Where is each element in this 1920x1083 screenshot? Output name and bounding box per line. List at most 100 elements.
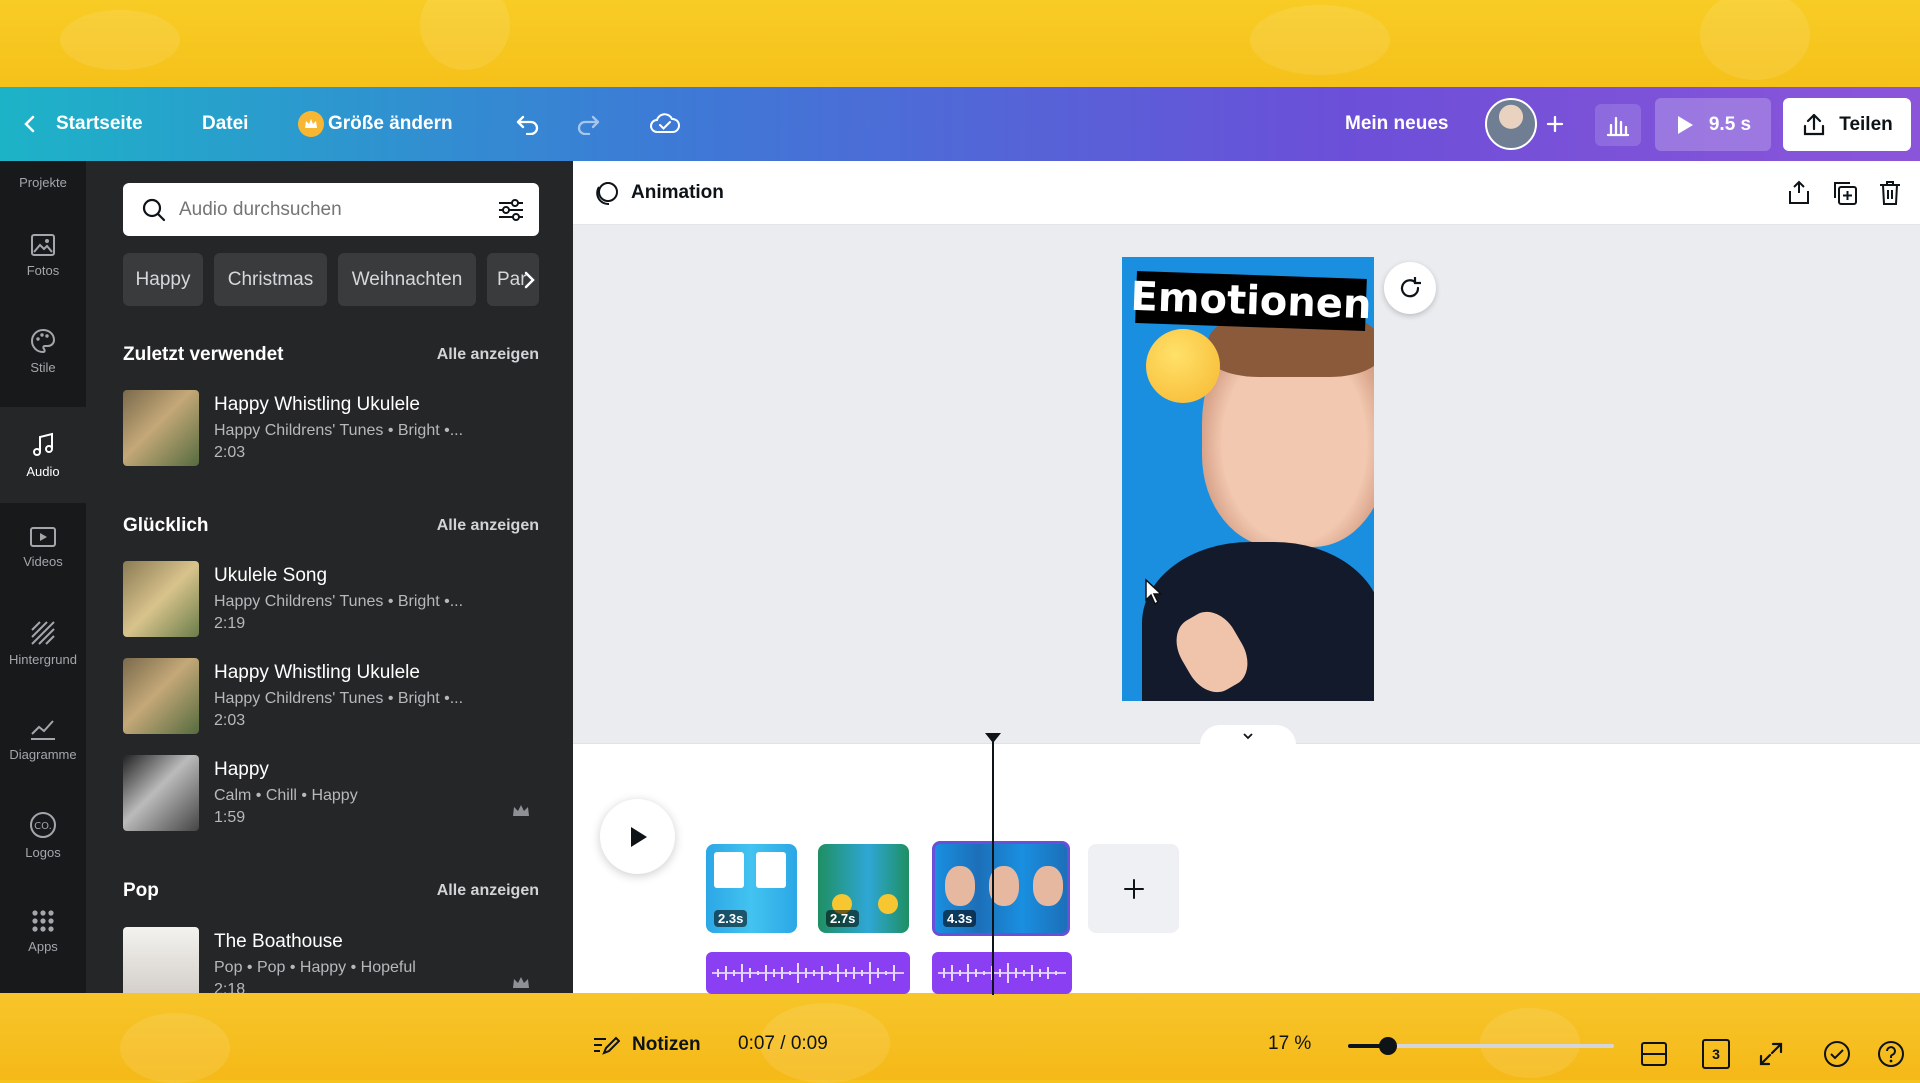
audio-search-input[interactable]	[179, 198, 479, 221]
rail-item-diagramme[interactable]: Diagramme	[0, 699, 86, 779]
file-menu[interactable]: Datei	[202, 87, 248, 161]
track-title: Ukulele Song	[214, 565, 328, 586]
rail-item-fotos[interactable]: Fotos	[0, 215, 86, 295]
back-label: Startseite	[56, 113, 143, 134]
playhead[interactable]	[985, 733, 1001, 995]
track-item[interactable]: Happy Whistling Ukulele Happy Childrens'…	[123, 658, 539, 736]
notes-button[interactable]: Notizen	[592, 1027, 701, 1063]
rail-label: Hintergrund	[9, 651, 77, 667]
see-all-recent[interactable]: Alle anzeigen	[437, 346, 539, 364]
rail-label: Logos	[25, 844, 61, 860]
timeline-collapse-tab[interactable]	[1200, 725, 1296, 747]
track-thumbnail	[123, 658, 199, 734]
overlay-caption-text: Emotionen	[1129, 273, 1373, 329]
track-meta: Happy Childrens' Tunes • Bright •...	[214, 593, 464, 610]
plus-icon	[1546, 115, 1564, 133]
rail-item-projekte[interactable]: Projekte	[0, 157, 86, 207]
chevron-left-icon	[24, 115, 35, 133]
present-button[interactable]: 9.5 s	[1655, 98, 1771, 151]
track-item[interactable]: The Boathouse Pop • Pop • Happy • Hopefu…	[123, 927, 539, 993]
refresh-button[interactable]	[1384, 262, 1436, 314]
add-scene-button[interactable]	[1088, 844, 1179, 933]
track-duration: 1:59	[214, 809, 246, 826]
undo-button[interactable]	[508, 104, 548, 144]
help-icon[interactable]	[1877, 1040, 1905, 1068]
page-count: 3	[1712, 1046, 1720, 1062]
rail-label: Apps	[28, 938, 58, 954]
music-note-icon	[33, 432, 53, 456]
chips-next-button[interactable]	[516, 266, 542, 294]
see-all-happy[interactable]: Alle anzeigen	[437, 517, 539, 535]
chip-happy[interactable]: Happy	[123, 253, 203, 306]
track-title: Happy Whistling Ukulele	[214, 394, 420, 415]
check-circle-icon[interactable]	[1823, 1040, 1851, 1068]
duplicate-page-icon[interactable]	[1831, 179, 1859, 207]
delete-page-icon[interactable]	[1878, 179, 1902, 207]
notes-icon	[594, 1036, 620, 1055]
notes-label: Notizen	[632, 1034, 701, 1055]
playback-time: 0:07 / 0:09	[738, 1033, 828, 1054]
top-bar: Startseite Datei Größe ändern Mein neues	[0, 87, 1920, 161]
see-all-pop[interactable]: Alle anzeigen	[437, 882, 539, 900]
overlay-caption: Emotionen	[1130, 271, 1372, 331]
rail-item-logos[interactable]: CO. Logos	[0, 795, 86, 875]
scene-thumbnail-3-selected[interactable]: 4.3s	[932, 841, 1070, 936]
track-duration: 2:03	[214, 444, 246, 461]
scene-thumbnail-2[interactable]: 2.7s	[818, 844, 909, 933]
logo-icon: CO.	[30, 811, 56, 838]
resize-label: Größe ändern	[328, 113, 453, 134]
filter-sliders-icon[interactable]	[497, 197, 525, 223]
track-duration: 2:18	[214, 981, 246, 993]
page-count-button[interactable]: 3	[1702, 1039, 1730, 1069]
rail-item-hintergrund[interactable]: Hintergrund	[0, 603, 86, 683]
track-item[interactable]: Ukulele Song Happy Childrens' Tunes • Br…	[123, 561, 539, 639]
track-thumbnail	[123, 927, 199, 993]
back-button[interactable]: Startseite	[22, 87, 143, 161]
chip-label: Happy	[135, 268, 191, 290]
scene-thumbnail-1[interactable]: 2.3s	[706, 844, 797, 933]
zoom-slider[interactable]	[1348, 1037, 1614, 1055]
invite-button[interactable]	[1540, 109, 1570, 139]
audio-track-clip-1[interactable]	[706, 952, 910, 994]
share-button[interactable]: Teilen	[1783, 98, 1911, 151]
rail-label: Audio	[26, 463, 60, 479]
rail-label: Diagramme	[9, 746, 77, 762]
audio-waveform	[712, 962, 904, 984]
track-item[interactable]: Happy Whistling Ukulele Happy Childrens'…	[123, 390, 539, 468]
play-icon	[1677, 115, 1693, 134]
resize-button[interactable]: Größe ändern	[298, 87, 453, 161]
audio-track-clip-2[interactable]	[932, 952, 1072, 994]
track-thumbnail	[123, 755, 199, 831]
side-rail: Projekte Fotos Stile Audio Videos Hinter…	[0, 161, 86, 993]
background-bottom	[0, 993, 1920, 1083]
insights-button[interactable]	[1595, 104, 1641, 146]
add-page-icon[interactable]	[1786, 180, 1812, 206]
design-page[interactable]: Emotionen	[1122, 257, 1374, 701]
avatar[interactable]	[1485, 98, 1537, 150]
rail-item-videos[interactable]: Videos	[0, 507, 86, 587]
timeline-play-button[interactable]	[600, 799, 675, 874]
zoom-slider-thumb[interactable]	[1378, 1037, 1397, 1055]
rail-item-audio[interactable]: Audio	[0, 407, 86, 503]
project-title[interactable]: Mein neues	[1345, 87, 1448, 161]
chip-christmas[interactable]: Christmas	[214, 253, 327, 306]
track-item[interactable]: Happy Calm • Chill • Happy 1:59	[123, 755, 539, 833]
redo-button[interactable]	[568, 104, 608, 144]
palette-icon	[31, 328, 56, 353]
chevron-right-icon	[524, 271, 535, 289]
present-duration: 9.5 s	[1708, 113, 1752, 135]
rail-item-apps[interactable]: Apps	[0, 891, 86, 971]
redo-icon	[577, 115, 600, 135]
track-title: Happy	[214, 759, 269, 780]
animation-button[interactable]: Animation	[593, 175, 724, 211]
file-label: Datei	[202, 113, 249, 134]
audio-waveform	[938, 963, 1066, 983]
chevron-down-icon	[1243, 733, 1253, 740]
grid-view-icon[interactable]	[1640, 1041, 1668, 1067]
cloud-save-status[interactable]	[645, 104, 685, 144]
photo-icon	[31, 233, 55, 256]
fullscreen-icon[interactable]	[1758, 1041, 1784, 1067]
chip-weihnachten[interactable]: Weihnachten	[338, 253, 476, 306]
zoom-percentage[interactable]: 17 %	[1268, 1033, 1311, 1055]
rail-item-stile[interactable]: Stile	[0, 311, 86, 391]
